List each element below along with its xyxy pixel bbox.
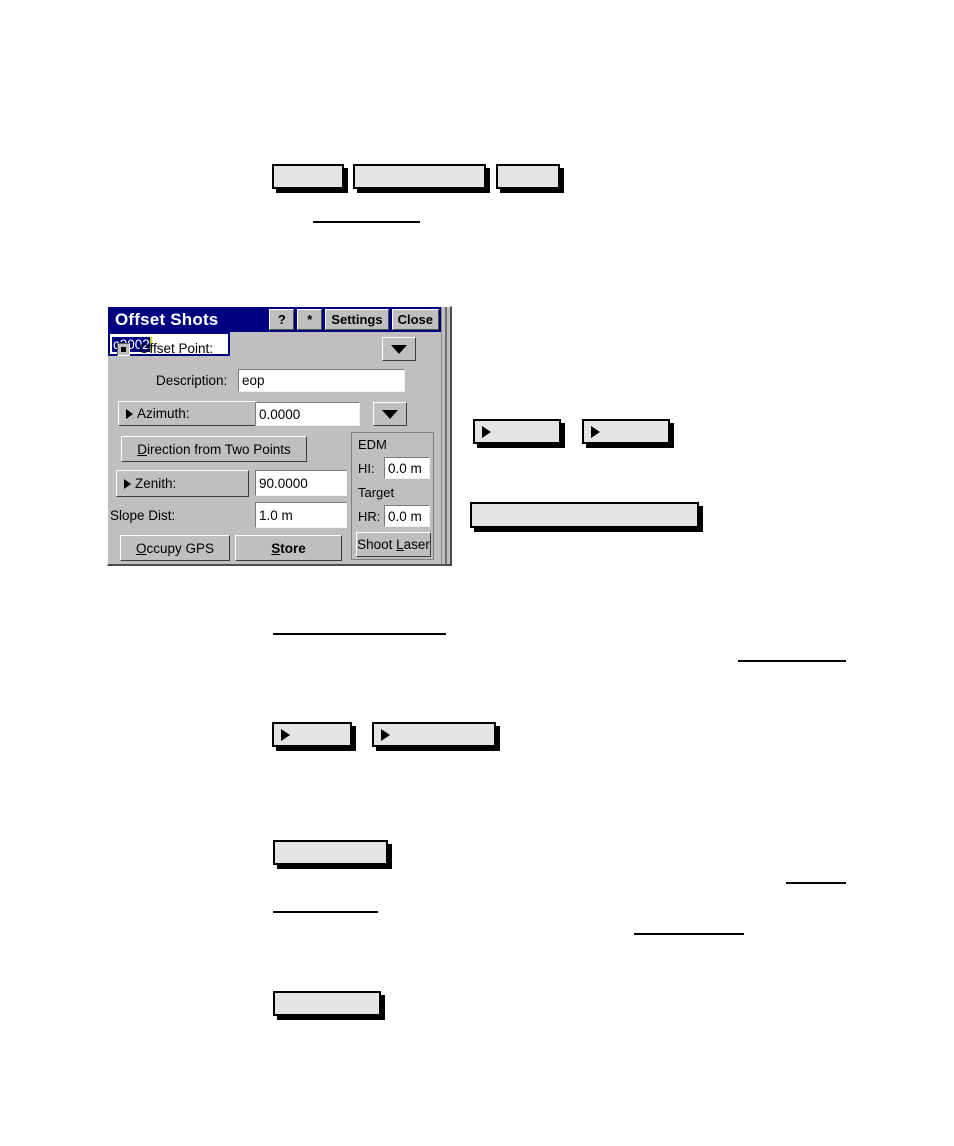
azimuth-input[interactable]: 0.0000 <box>255 402 360 426</box>
rule-under-top-buttons <box>313 221 420 223</box>
side-arrow-button-1[interactable] <box>473 419 561 444</box>
offset-point-toggle-icon[interactable] <box>117 343 130 356</box>
store-button[interactable]: Store <box>235 535 342 561</box>
star-button[interactable]: * <box>297 309 323 330</box>
direction-from-two-points-button[interactable]: Direction from Two Points <box>121 436 307 462</box>
help-button[interactable]: ? <box>269 309 295 330</box>
description-input[interactable]: eop <box>238 369 405 392</box>
slope-dist-input[interactable]: 1.0 m <box>255 502 347 528</box>
hi-input[interactable]: 0.0 m <box>384 457 430 479</box>
play-arrow-icon <box>482 425 491 438</box>
dialog-body: Offset Point: c2002 Description: eop Azi… <box>108 332 442 564</box>
top-blank-button-1[interactable] <box>272 164 344 189</box>
occupy-gps-button[interactable]: Occupy GPS <box>120 535 230 561</box>
rule-center-lower <box>634 933 744 935</box>
shoot-laser-button[interactable]: Shoot Laser <box>356 532 431 557</box>
play-arrow-icon <box>281 728 290 741</box>
target-label: Target <box>358 485 395 500</box>
lower-blank-button-2[interactable] <box>273 991 381 1016</box>
offset-point-label: Offset Point: <box>139 341 214 356</box>
store-label: Store <box>271 540 306 556</box>
close-button[interactable]: Close <box>391 309 439 330</box>
zenith-label: Zenith: <box>135 476 177 491</box>
rule-below-dialog <box>273 633 446 635</box>
zenith-menu-button[interactable]: Zenith: <box>116 470 249 497</box>
azimuth-dropdown-icon[interactable] <box>373 402 407 426</box>
slope-dist-label: Slope Dist: <box>110 508 176 523</box>
mid-arrow-button-1[interactable] <box>272 722 352 747</box>
dialog-titlebar: Offset Shots ? * Settings Close <box>108 307 442 332</box>
side-arrow-button-2[interactable] <box>582 419 670 444</box>
description-label: Description: <box>156 373 228 388</box>
edm-group-label: EDM <box>358 437 387 452</box>
dialog-right-edge <box>441 307 450 564</box>
top-blank-button-3[interactable] <box>496 164 560 189</box>
dialog-content: Offset Shots ? * Settings Close Offset P… <box>108 307 442 564</box>
offset-point-dropdown-icon[interactable] <box>382 337 416 361</box>
play-arrow-icon <box>381 728 390 741</box>
side-wide-blank-button[interactable] <box>470 502 699 528</box>
rule-left-lower <box>273 911 378 913</box>
zenith-input[interactable]: 90.0000 <box>255 470 347 496</box>
edm-group-content: EDM HI: 0.0 m Target HR: 0.0 m Shoot Las… <box>352 433 433 559</box>
hr-input[interactable]: 0.0 m <box>384 505 430 527</box>
occupy-gps-label: Occupy GPS <box>135 540 215 556</box>
zenith-expand-icon <box>124 478 131 489</box>
top-blank-button-2[interactable] <box>353 164 486 189</box>
hr-label: HR: <box>358 509 381 524</box>
lower-blank-button-1[interactable] <box>273 840 388 865</box>
mid-arrow-button-2[interactable] <box>372 722 496 747</box>
settings-button[interactable]: Settings <box>325 309 389 330</box>
direction-from-two-points-label: Direction from Two Points <box>137 441 291 457</box>
hi-label: HI: <box>358 461 375 476</box>
azimuth-expand-icon <box>126 408 133 419</box>
shoot-laser-label: Shoot Laser <box>357 537 430 552</box>
azimuth-menu-button[interactable]: Azimuth: <box>118 401 258 426</box>
rule-right-lower <box>786 882 846 884</box>
offset-shots-dialog: Offset Shots ? * Settings Close Offset P… <box>107 306 452 566</box>
azimuth-label: Azimuth: <box>137 406 190 421</box>
play-arrow-icon <box>591 425 600 438</box>
dialog-title: Offset Shots <box>115 309 219 329</box>
edm-groupbox: EDM HI: 0.0 m Target HR: 0.0 m Shoot Las… <box>351 432 434 560</box>
rule-right-upper <box>738 660 846 662</box>
